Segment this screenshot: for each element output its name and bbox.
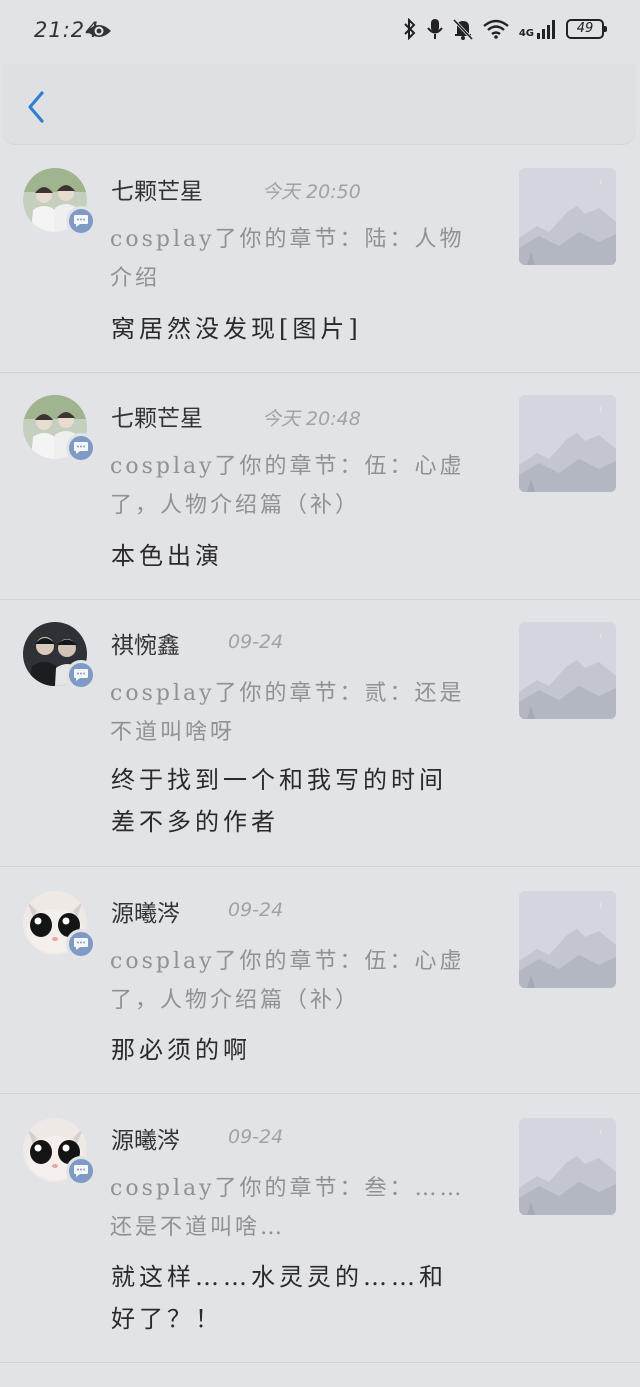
notification-time: 今天 20:50 bbox=[262, 181, 361, 203]
chapter-thumbnail[interactable] bbox=[519, 622, 616, 719]
chapter-thumbnail[interactable] bbox=[519, 1118, 616, 1215]
chapter-thumbnail[interactable] bbox=[519, 395, 616, 492]
notification-description: cosplay了你的章节：伍：心虚了，人物介绍篇（补） bbox=[110, 949, 465, 1013]
comment-text: 就这样……水灵灵的……和好了？！ bbox=[111, 1263, 447, 1333]
comment-badge-icon bbox=[66, 660, 96, 690]
chapter-thumbnail[interactable] bbox=[519, 891, 616, 988]
network-label: 4G bbox=[518, 28, 534, 39]
user-name[interactable]: 祺惋鑫 bbox=[111, 626, 180, 660]
eye-icon bbox=[87, 25, 111, 37]
mountain-placeholder-icon bbox=[519, 1118, 616, 1215]
notification-description: cosplay了你的章节：伍：心虚了，人物介绍篇（补） bbox=[110, 454, 465, 518]
user-name[interactable]: 七颗芒星 bbox=[111, 399, 203, 433]
back-chevron-icon[interactable] bbox=[22, 90, 52, 124]
comment-badge-icon bbox=[66, 1156, 96, 1186]
top-bar bbox=[2, 64, 636, 145]
signal-icon: 4G bbox=[519, 19, 556, 39]
mountain-placeholder-icon bbox=[519, 168, 616, 265]
notification-item[interactable]: 祺惋鑫 09-24 cosplay了你的章节：贰：还是不道叫啥呀 终于找到一个和… bbox=[0, 602, 640, 867]
notification-description: cosplay了你的章节：叁：……还是不道叫啥… bbox=[110, 1176, 465, 1240]
comment-text: 终于找到一个和我写的时间差不多的作者 bbox=[111, 766, 447, 836]
mountain-placeholder-icon bbox=[519, 891, 616, 988]
comment-badge-icon bbox=[66, 206, 96, 236]
user-name[interactable]: 源曦涔 bbox=[111, 1121, 180, 1155]
comment-badge-icon bbox=[66, 929, 96, 959]
user-name[interactable]: 源曦涔 bbox=[111, 894, 180, 928]
comment-badge-icon bbox=[66, 433, 96, 463]
comment-text: 窝居然没发现[图片] bbox=[111, 315, 362, 343]
mountain-placeholder-icon bbox=[519, 395, 616, 492]
comment-text: 本色出演 bbox=[111, 542, 223, 570]
wifi-icon bbox=[483, 19, 509, 39]
notification-time: 09-24 bbox=[228, 631, 284, 653]
status-icons: 4G 49 bbox=[403, 18, 607, 40]
notification-item[interactable]: 源曦涔 09-24 cosplay了你的章节：叁：……还是不道叫啥… 就这样……… bbox=[0, 1096, 640, 1363]
notification-time: 09-24 bbox=[228, 899, 284, 921]
notification-description: cosplay了你的章节：贰：还是不道叫啥呀 bbox=[110, 681, 465, 745]
notification-item[interactable]: 七颗芒星 今天 20:48 cosplay了你的章节：伍：心虚了，人物介绍篇（补… bbox=[0, 375, 640, 600]
bell-muted-icon bbox=[452, 18, 473, 40]
chapter-thumbnail[interactable] bbox=[519, 168, 616, 265]
status-bar: 21:24 4G 49 bbox=[0, 0, 640, 64]
notification-item[interactable]: 源曦涔 09-24 cosplay了你的章节：伍：心虚了，人物介绍篇（补） 那必… bbox=[0, 869, 640, 1094]
battery-indicator: 49 bbox=[566, 19, 607, 39]
notification-time: 09-24 bbox=[228, 1126, 284, 1148]
user-name[interactable]: 七颗芒星 bbox=[111, 172, 203, 206]
notification-description: cosplay了你的章节：陆：人物介绍 bbox=[110, 227, 465, 291]
microphone-icon bbox=[427, 19, 443, 39]
notification-item[interactable]: 七颗芒星 今天 20:50 cosplay了你的章节：陆：人物介绍 窝居然没发现… bbox=[0, 148, 640, 373]
comment-text: 那必须的啊 bbox=[111, 1036, 251, 1064]
notification-time: 今天 20:48 bbox=[262, 408, 361, 430]
mountain-placeholder-icon bbox=[519, 622, 616, 719]
bluetooth-icon bbox=[404, 18, 416, 40]
